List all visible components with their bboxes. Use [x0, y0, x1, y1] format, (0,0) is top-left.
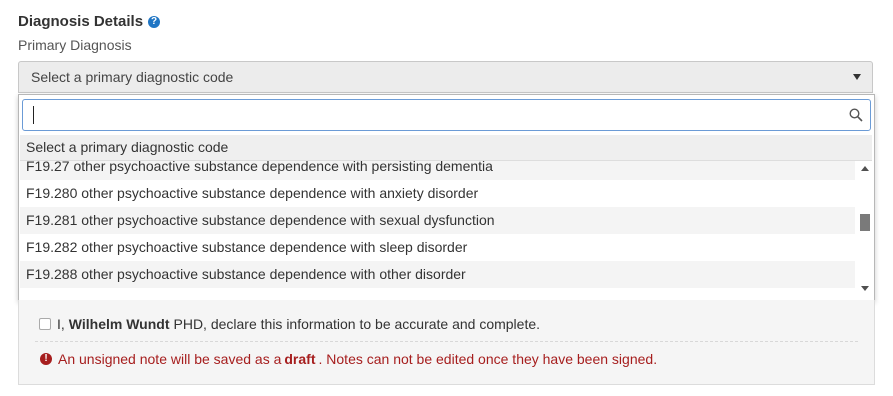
scroll-down-icon[interactable] — [861, 286, 869, 291]
attestation-prefix: I, — [57, 316, 65, 332]
section-title-text: Diagnosis Details — [18, 13, 144, 30]
option-f19-281[interactable]: F19.281 other psychoactive substance dep… — [20, 207, 855, 234]
warning-text-before: An unsigned note will be saved as a — [58, 351, 282, 367]
divider — [35, 341, 858, 342]
search-icon — [849, 108, 863, 122]
option-f19-280[interactable]: F19.280 other psychoactive substance dep… — [20, 180, 855, 207]
dropdown-scrollbar[interactable] — [857, 161, 873, 297]
primary-diagnosis-select[interactable]: Select a primary diagnostic code — [18, 61, 873, 93]
option-f19-288[interactable]: F19.288 other psychoactive substance dep… — [20, 261, 855, 288]
exclamation-circle-icon: ! — [40, 353, 52, 365]
option-f19-282[interactable]: F19.282 other psychoactive substance dep… — [20, 234, 855, 261]
attestation-row: I, Wilhelm Wundt PHD, declare this infor… — [39, 316, 540, 332]
scroll-up-icon[interactable] — [861, 166, 869, 171]
caret-down-icon — [853, 74, 861, 80]
options-list: F19.27 other psychoactive substance depe… — [20, 161, 855, 295]
clinician-name: Wilhelm Wundt — [68, 316, 170, 332]
dropdown-search-input[interactable] — [22, 99, 871, 131]
signature-panel: I, Wilhelm Wundt PHD, declare this infor… — [18, 300, 875, 385]
diagnosis-dropdown: Select a primary diagnostic code F19.27 … — [18, 94, 875, 301]
dropdown-placeholder-option[interactable]: Select a primary diagnostic code — [20, 135, 872, 161]
warning-text-after: . Notes can not be edited once they have… — [318, 351, 658, 367]
option-f19-27[interactable]: F19.27 other psychoactive substance depe… — [20, 161, 855, 180]
diagnosis-details-heading: Diagnosis Details ? — [18, 13, 161, 30]
help-icon[interactable]: ? — [148, 15, 161, 28]
unsigned-warning: ! An unsigned note will be saved as a dr… — [40, 351, 657, 367]
scrollbar-thumb[interactable] — [860, 214, 870, 231]
select-current-value: Select a primary diagnostic code — [31, 69, 234, 85]
attestation-suffix: PHD, declare this information to be accu… — [173, 316, 541, 332]
primary-diagnosis-label: Primary Diagnosis — [18, 37, 132, 53]
text-cursor — [33, 106, 34, 124]
attestation-checkbox[interactable] — [39, 318, 51, 330]
warning-bold-word: draft — [284, 351, 316, 367]
